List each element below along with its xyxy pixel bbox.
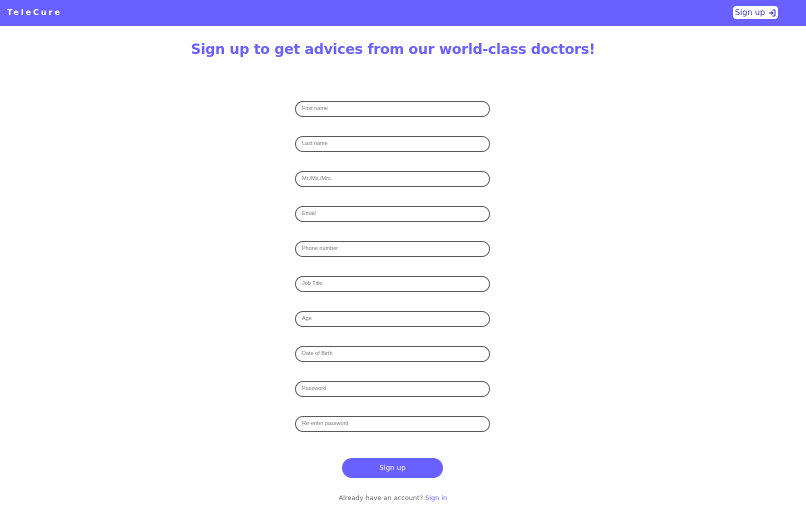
top-navbar: TeleCure Sign up xyxy=(0,0,806,26)
title-input[interactable] xyxy=(295,171,490,187)
signin-prompt: Already have an account? Sign in xyxy=(0,494,786,502)
sign-in-arrow-icon xyxy=(769,9,776,16)
submit-signup-button[interactable]: Sign up xyxy=(342,458,443,478)
email-input[interactable] xyxy=(295,206,490,222)
confirm-password-input[interactable] xyxy=(295,416,490,432)
password-input[interactable] xyxy=(295,381,490,397)
signin-link[interactable]: Sign in xyxy=(425,494,447,502)
job-title-input[interactable] xyxy=(295,276,490,292)
age-input[interactable] xyxy=(295,311,490,327)
last-name-input[interactable] xyxy=(295,136,490,152)
signin-prompt-text: Already have an account? xyxy=(338,494,424,502)
phone-input[interactable] xyxy=(295,241,490,257)
date-of-birth-input[interactable] xyxy=(295,346,490,362)
first-name-input[interactable] xyxy=(295,101,490,117)
nav-signup-label: Sign up xyxy=(734,8,766,17)
page-heading: Sign up to get advices from our world-cl… xyxy=(190,42,596,58)
brand-logo-text[interactable]: TeleCure xyxy=(7,8,62,17)
nav-signup-button[interactable]: Sign up xyxy=(733,6,778,19)
